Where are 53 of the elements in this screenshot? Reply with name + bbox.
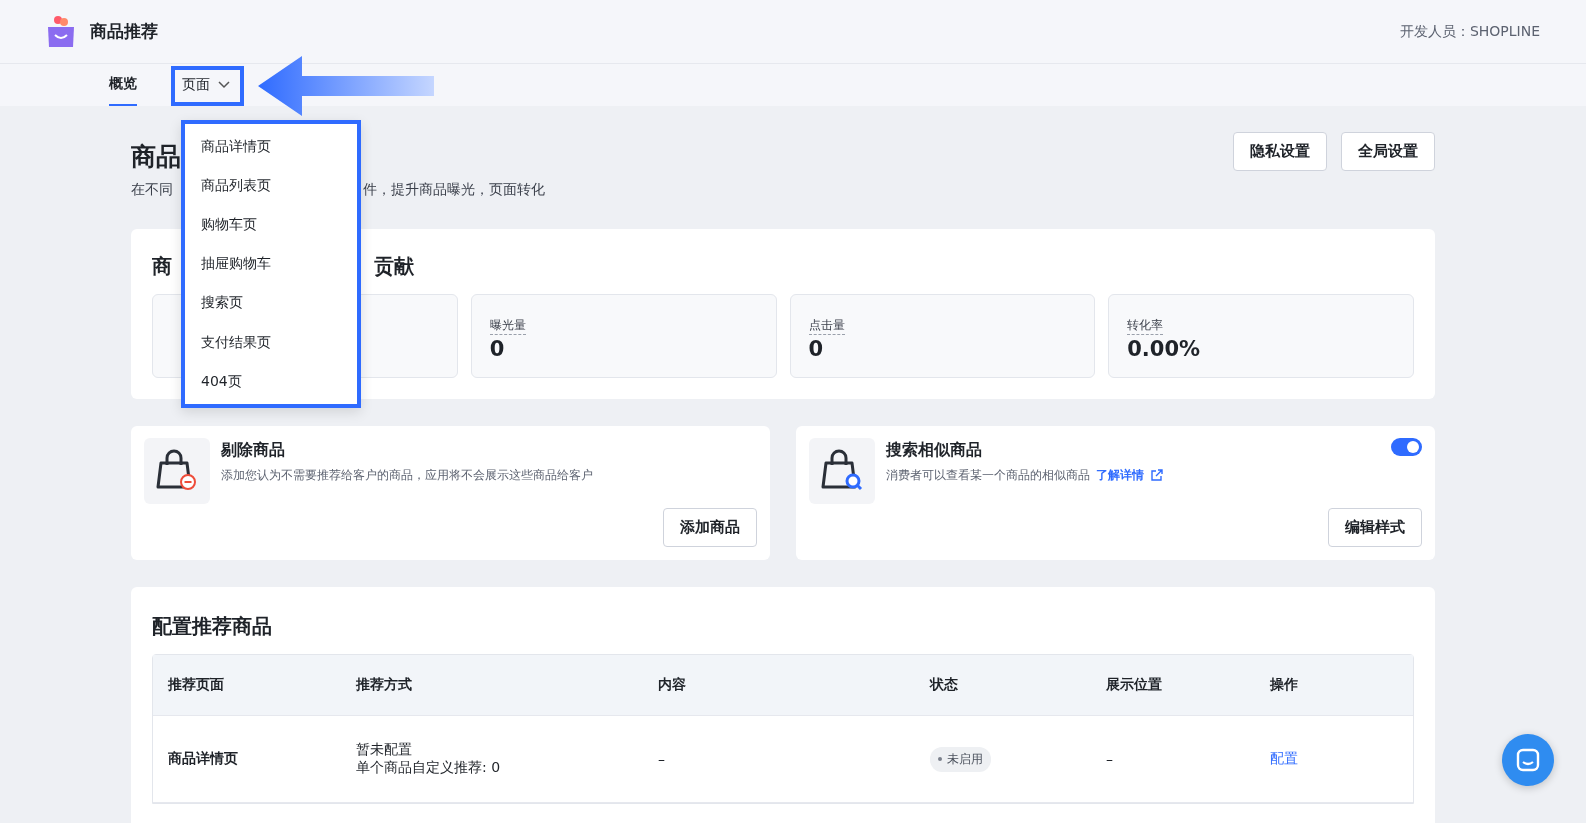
stat-value: 0 (489, 337, 505, 361)
column-header: 内容 (658, 676, 687, 694)
table-cell-text: – (1106, 751, 1114, 767)
table-cell-text: 暂未配置 (356, 741, 413, 759)
stat-label: 曝光量 (489, 317, 526, 335)
table-cell-text: 商品详情页 (168, 750, 239, 768)
chevron-down-icon (218, 81, 230, 89)
app-logo-icon (46, 14, 76, 49)
menu-item[interactable]: 购物车页 (185, 205, 357, 245)
feature-description: 消费者可以查看某一个商品的相似商品 (886, 467, 1090, 484)
bag-search-icon (820, 449, 864, 493)
column-header: 推荐页面 (168, 676, 225, 694)
column-header: 展示位置 (1106, 676, 1163, 694)
learn-more-link[interactable]: 了解详情 (1096, 467, 1163, 484)
column-header: 推荐方式 (356, 676, 413, 694)
feature-button[interactable]: 编辑样式 (1328, 508, 1422, 547)
stat-label: 转化率 (1127, 317, 1164, 335)
settings-button[interactable]: 隐私设置 (1233, 132, 1327, 171)
menu-item[interactable]: 搜索页 (185, 283, 357, 323)
external-link-icon (1150, 469, 1163, 482)
column-header: 状态 (930, 676, 959, 694)
menu-item[interactable]: 商品列表页 (185, 166, 357, 206)
page-description: 在不同 (131, 181, 173, 199)
stat-value: 0 (808, 337, 824, 361)
developer-label: 开发人员：SHOPLINE (1399, 22, 1540, 41)
menu-item[interactable]: 支付结果页 (185, 322, 357, 363)
configure-link[interactable]: 配置 (1270, 750, 1413, 768)
app-name: 商品推荐 (90, 20, 159, 43)
toggle-switch[interactable] (1391, 438, 1422, 456)
status-pill: 未启用 (930, 746, 991, 772)
menu-item[interactable]: 抽屉购物车 (185, 244, 357, 284)
feature-button[interactable]: 添加商品 (663, 508, 757, 547)
chat-button[interactable] (1502, 734, 1554, 786)
stat-label: 点击量 (808, 317, 845, 335)
stat-value: 0.00% (1127, 337, 1201, 361)
chat-icon (1516, 748, 1540, 772)
section-title: 贡献 (374, 253, 414, 280)
section-title: 配置推荐商品 (152, 613, 273, 640)
feature-title: 搜索相似商品 (886, 440, 982, 461)
menu-item[interactable]: 404页 (185, 362, 357, 402)
page-description: 件，提升商品曝光，页面转化 (363, 181, 545, 199)
dropdown-tab[interactable]: 页面 (171, 66, 244, 106)
column-header: 操作 (1270, 676, 1299, 694)
bag-minus-icon (155, 449, 199, 493)
tab[interactable]: 概览 (109, 64, 137, 106)
table-cell-text: – (658, 751, 666, 767)
table-cell-text: 单个商品自定义推荐: 0 (356, 759, 502, 777)
feature-title: 剔除商品 (221, 440, 285, 461)
feature-description: 添加您认为不需要推荐给客户的商品，应用将不会展示这些商品给客户 (221, 467, 593, 484)
page-title: 商品 (131, 141, 181, 173)
section-title: 商 (152, 253, 172, 280)
menu-item[interactable]: 商品详情页 (185, 127, 357, 167)
settings-button[interactable]: 全局设置 (1341, 132, 1435, 171)
